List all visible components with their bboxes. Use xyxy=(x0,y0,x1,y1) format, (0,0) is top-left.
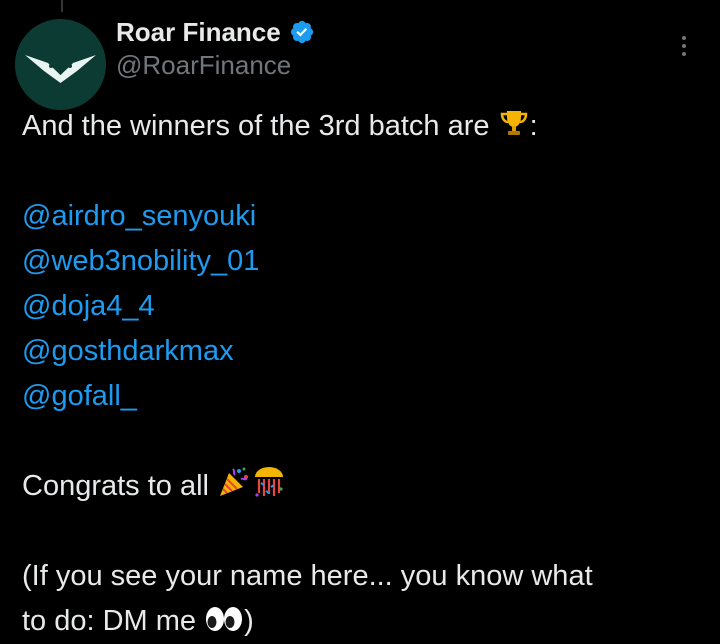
mention-link[interactable]: @gosthdarkmax xyxy=(22,335,234,367)
closing-line-1: (If you see your name here... you know w… xyxy=(22,560,593,592)
eyes-emoji-icon xyxy=(204,604,244,634)
roar-logo-icon xyxy=(15,19,106,110)
mention-link[interactable]: @web3nobility_01 xyxy=(22,245,259,277)
mention-line: @doja4_4 xyxy=(22,284,712,329)
mention-link[interactable]: @gofall_ xyxy=(22,380,137,412)
verified-badge-icon[interactable] xyxy=(289,19,315,45)
mention-link[interactable]: @doja4_4 xyxy=(22,290,155,322)
congrats-text: Congrats to all xyxy=(22,470,218,502)
author-name-row: Roar Finance xyxy=(116,14,315,50)
closing-text: to do: DM me xyxy=(22,605,205,637)
tweet-text: And the winners of the 3rd batch are : @… xyxy=(22,104,712,644)
mention-line: @web3nobility_01 xyxy=(22,239,712,284)
avatar[interactable] xyxy=(15,19,106,110)
party-popper-emoji-icon xyxy=(217,465,251,499)
intro-text: And the winners of the 3rd batch are xyxy=(22,110,498,142)
mention-line: @gofall_ xyxy=(22,374,712,419)
confetti-ball-emoji-icon xyxy=(251,465,287,499)
author-handle[interactable]: @RoarFinance xyxy=(116,50,291,81)
more-dot-icon xyxy=(682,52,686,56)
mention-line: @airdro_senyouki xyxy=(22,194,712,239)
mention-link[interactable]: @airdro_senyouki xyxy=(22,200,256,232)
closing-line-2: to do: DM me ) xyxy=(22,599,712,644)
more-options-button[interactable] xyxy=(670,28,698,64)
mention-line: @gosthdarkmax xyxy=(22,329,712,374)
more-dot-icon xyxy=(682,36,686,40)
more-dot-icon xyxy=(682,44,686,48)
author-display-name[interactable]: Roar Finance xyxy=(116,17,281,48)
congrats-line: Congrats to all xyxy=(22,464,712,509)
trophy-emoji-icon xyxy=(498,107,530,139)
intro-line: And the winners of the 3rd batch are : xyxy=(22,104,712,149)
closing-suffix: ) xyxy=(244,605,254,637)
intro-suffix: : xyxy=(529,110,538,142)
thread-connector-line xyxy=(61,0,63,12)
